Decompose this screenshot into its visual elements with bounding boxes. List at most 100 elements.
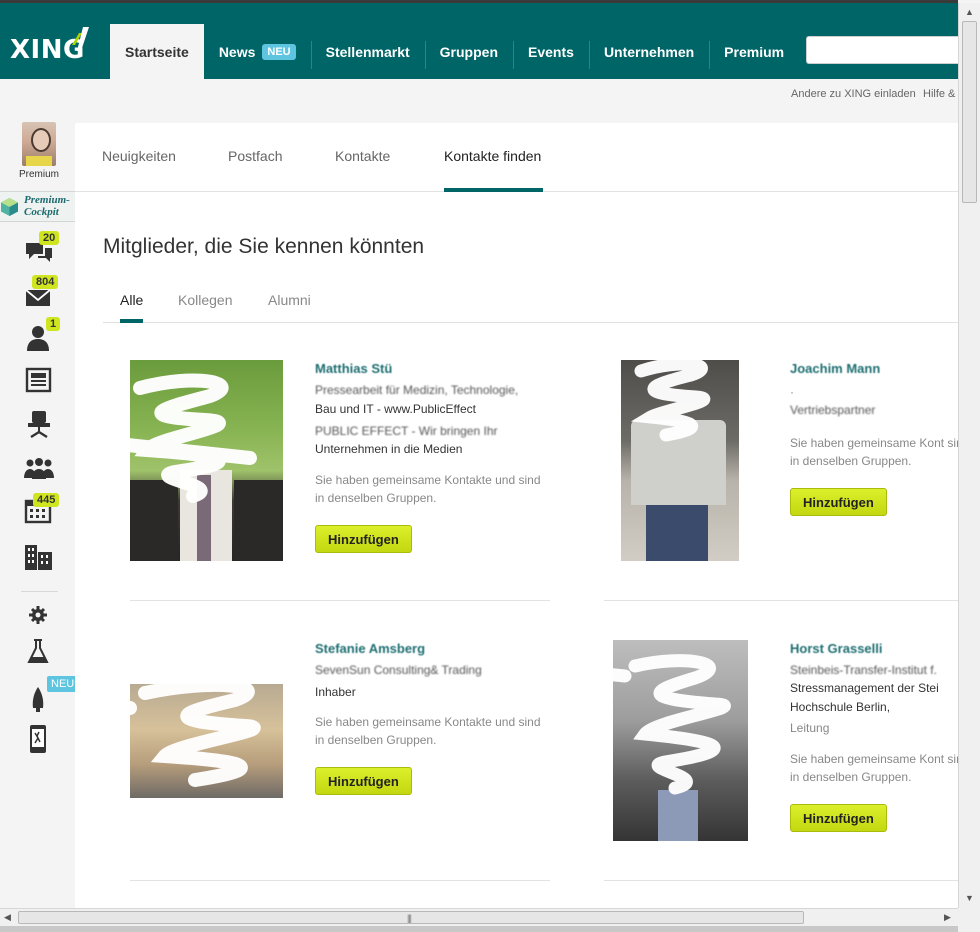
premium-cockpit-button[interactable]: Premium- Cockpit <box>0 191 79 222</box>
member-company: SevenSun Consulting& Trading <box>315 663 482 677</box>
add-contact-button[interactable]: Hinzufügen <box>790 488 887 516</box>
scroll-down-icon[interactable]: ▼ <box>965 893 974 903</box>
privacy-scribble <box>85 677 261 787</box>
member-name[interactable]: Matthias Stü <box>315 361 392 376</box>
card-divider <box>130 880 550 881</box>
avatar[interactable] <box>22 122 56 166</box>
add-contact-button[interactable]: Hinzufügen <box>315 525 412 553</box>
tab-kollegen[interactable]: Kollegen <box>178 292 233 308</box>
nav-label: Events <box>528 43 574 60</box>
lab-flask-icon[interactable] <box>24 638 54 666</box>
card-divider <box>130 600 550 601</box>
privacy-scribble <box>85 373 257 503</box>
cockpit-line1: Premium- <box>24 194 70 206</box>
card-divider <box>604 880 958 881</box>
common-contacts-note: Sie haben gemeinsame Kontakte und sind i… <box>315 473 541 505</box>
nav-label: News <box>218 43 256 60</box>
nav-news[interactable]: News NEU <box>204 24 311 79</box>
nav-premium[interactable]: Premium <box>709 24 799 79</box>
tab-alumni[interactable]: Alumni <box>268 292 311 308</box>
horizontal-scrollbar[interactable]: ◀ ||| ▶ <box>0 908 958 926</box>
add-contact-button[interactable]: Hinzufügen <box>315 767 412 795</box>
vertical-scrollbar[interactable]: ▲ ▼ <box>958 3 980 908</box>
nav-startseite[interactable]: Startseite <box>110 24 204 79</box>
nav-label: Stellenmarkt <box>325 43 410 60</box>
sidebar: Premium Premium- Cockpit 20 804 1 445 NE… <box>0 118 79 908</box>
chair-icon[interactable] <box>24 410 54 438</box>
privacy-scribble <box>565 654 731 795</box>
tab-alle[interactable]: Alle <box>120 292 143 308</box>
nav-label: Gruppen <box>439 43 499 60</box>
scroll-up-icon[interactable]: ▲ <box>965 7 974 17</box>
nav-stellenmarkt[interactable]: Stellenmarkt <box>310 24 425 79</box>
help-link[interactable]: Hilfe & <box>923 88 955 100</box>
member-position: Inhaber <box>315 685 356 699</box>
search-input[interactable] <box>806 36 958 64</box>
mobile-app-icon[interactable] <box>24 725 54 753</box>
main-nav: Startseite News NEU Stellenmarkt Gruppen … <box>110 24 799 79</box>
tab-active-indicator <box>120 319 143 323</box>
horizontal-scroll-thumb[interactable]: ||| <box>18 911 804 924</box>
scroll-left-icon[interactable]: ◀ <box>4 912 11 923</box>
privacy-scribble <box>630 357 711 442</box>
new-badge: NEU <box>262 43 296 60</box>
invite-link[interactable]: Andere zu XING einladen <box>791 88 916 100</box>
common-contacts-note: Sie haben gemeinsame Kontakte und sind i… <box>315 715 541 747</box>
utility-bar: Andere zu XING einladen Hilfe & <box>0 79 958 119</box>
contacts-count: 1 <box>46 317 61 331</box>
scroll-grip-icon: ||| <box>407 913 412 923</box>
browser-window: XING Startseite News NEU Stellenmarkt Gru… <box>0 0 980 932</box>
newspaper-icon[interactable] <box>24 366 54 394</box>
subnav-neuigkeiten[interactable]: Neuigkeiten <box>102 148 176 164</box>
member-company: Hochschule Berlin, <box>790 700 891 714</box>
subnav-kontakte[interactable]: Kontakte <box>335 148 390 164</box>
card-divider <box>604 600 958 601</box>
member-name[interactable]: Horst Grasselli <box>790 641 883 656</box>
common-contacts-note: Sie haben gemeinsame Kont sind in densel… <box>790 436 958 468</box>
gear-icon[interactable] <box>24 601 54 629</box>
scrollbar-corner <box>958 908 980 932</box>
mail-count: 804 <box>32 275 59 289</box>
nav-label: Unternehmen <box>603 43 695 60</box>
cockpit-line2: Cockpit <box>24 206 59 218</box>
main-panel: Neuigkeiten Postfach Kontakte Kontakte f… <box>75 123 958 908</box>
nav-label: Premium <box>724 43 785 60</box>
top-navigation: XING Startseite News NEU Stellenmarkt Gru… <box>0 0 958 79</box>
member-company: Steinbeis-Transfer-Institut f. <box>790 663 937 677</box>
member-company: Stressmanagement der Stei <box>790 681 939 695</box>
xing-logo-icon <box>72 27 89 51</box>
nav-unternehmen[interactable]: Unternehmen <box>588 24 709 79</box>
member-headline: Pressearbeit für Medizin, Technologie, <box>315 383 519 397</box>
privacy-scribble <box>783 346 933 362</box>
member-company: Vertriebspartner <box>790 403 876 417</box>
window-frame-bottom <box>0 926 958 932</box>
subnav-postfach[interactable]: Postfach <box>228 148 282 164</box>
member-company: Unternehmen in die Medien <box>315 442 463 456</box>
premium-label: Premium <box>18 169 59 180</box>
events-count: 445 <box>33 493 60 507</box>
filter-tabs: Alle Kollegen Alumni <box>103 283 958 323</box>
messages-count: 20 <box>39 231 60 245</box>
member-headline: Bau und IT - www.PublicEffect <box>315 402 476 416</box>
add-contact-button[interactable]: Hinzufügen <box>790 804 887 832</box>
member-name[interactable]: Stefanie Amsberg <box>315 641 425 656</box>
building-icon[interactable] <box>24 543 54 571</box>
member-headline: · <box>790 385 794 399</box>
scroll-right-icon[interactable]: ▶ <box>944 912 951 923</box>
nav-events[interactable]: Events <box>513 24 589 79</box>
page-title: Mitglieder, die Sie kennen könnten <box>103 235 425 258</box>
subnav-kontakte-finden[interactable]: Kontakte finden <box>444 148 541 164</box>
vertical-scroll-thumb[interactable] <box>962 21 977 203</box>
new-feature-badge: NEU <box>47 676 79 692</box>
member-position: Leitung <box>790 721 830 735</box>
group-icon[interactable] <box>24 454 54 482</box>
common-contacts-note: Sie haben gemeinsame Kont sind in densel… <box>790 752 958 784</box>
nav-label: Startseite <box>125 43 189 60</box>
sub-navigation: Neuigkeiten Postfach Kontakte Kontakte f… <box>75 123 958 192</box>
cockpit-label: Premium- Cockpit <box>24 194 70 218</box>
cockpit-hexagon-icon <box>1 198 18 216</box>
nav-gruppen[interactable]: Gruppen <box>424 24 513 79</box>
member-company: PUBLIC EFFECT - Wir bringen Ihr <box>315 424 498 438</box>
subnav-active-indicator <box>444 188 543 192</box>
sidebar-divider <box>21 591 58 592</box>
